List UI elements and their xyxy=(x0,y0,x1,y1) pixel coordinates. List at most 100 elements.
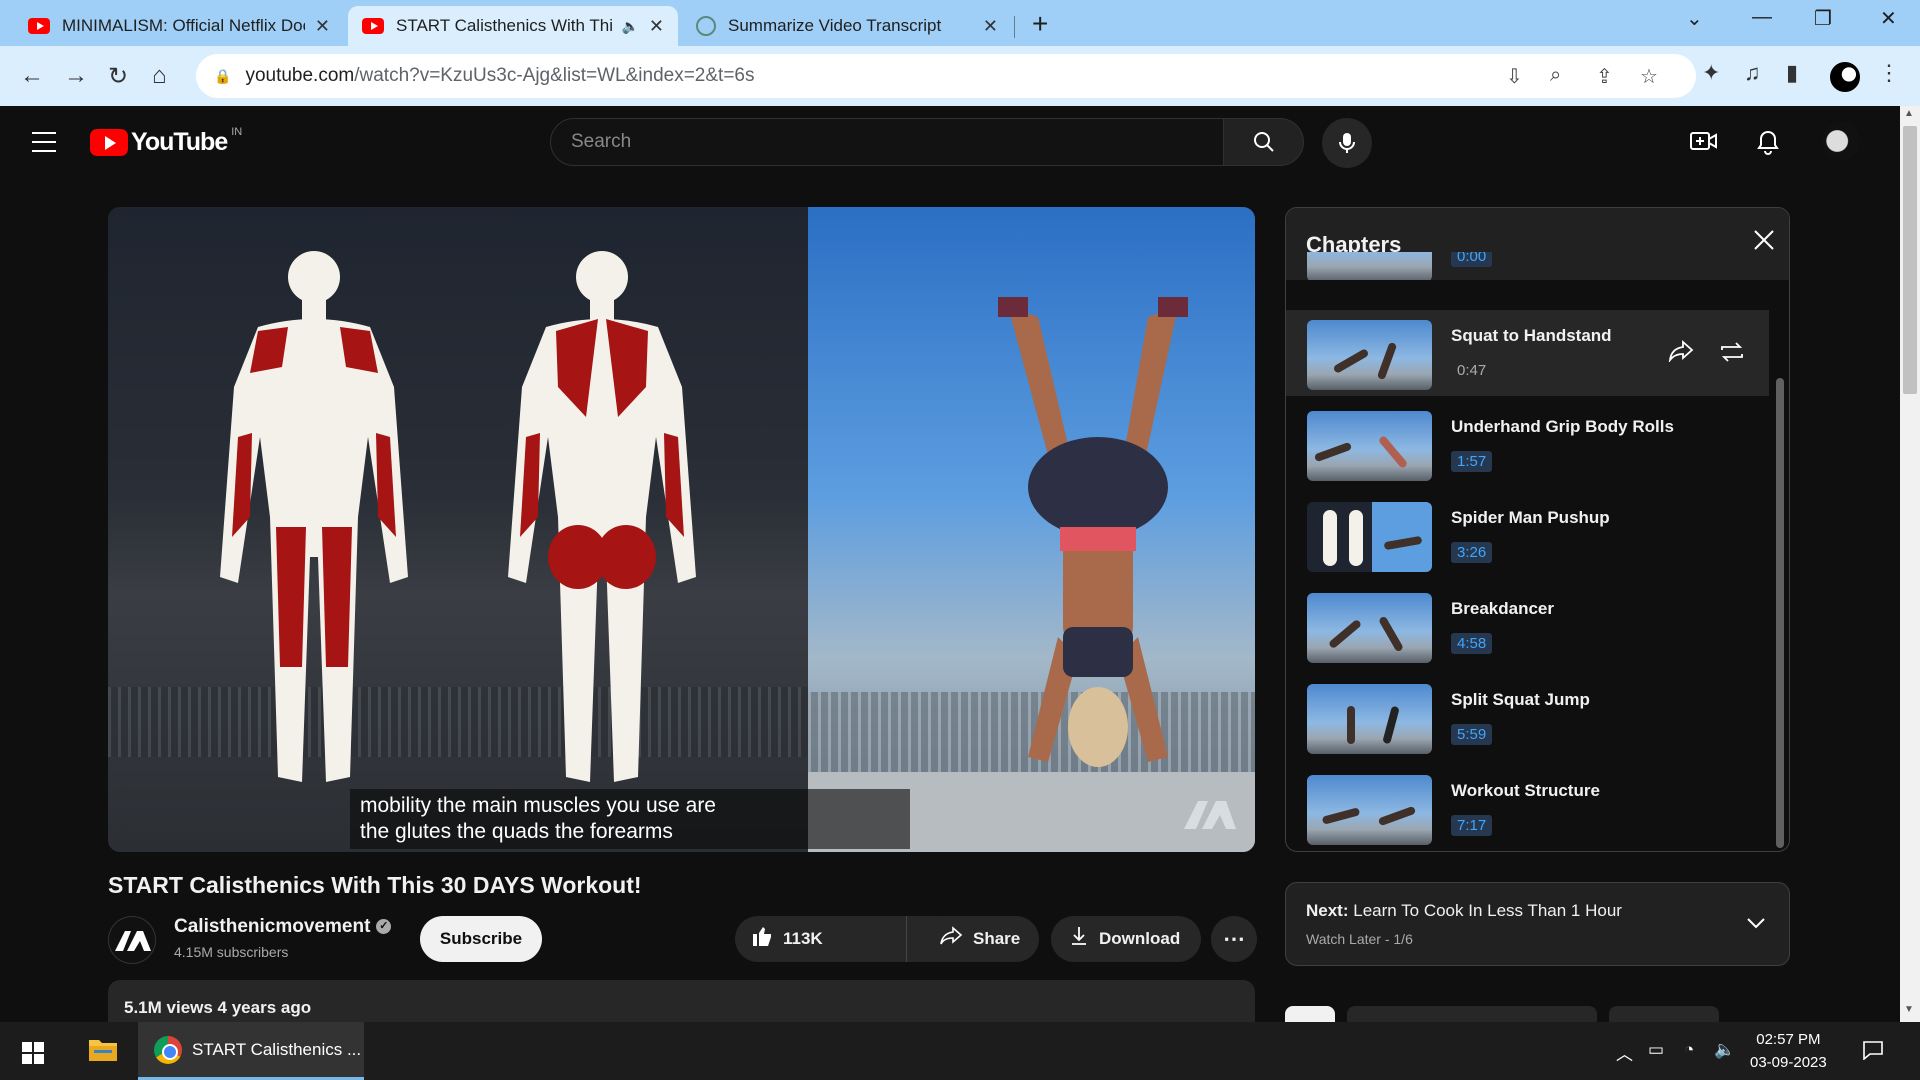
loop-icon[interactable] xyxy=(1718,340,1746,371)
chapters-scrollbar[interactable] xyxy=(1776,378,1784,848)
filter-chip[interactable] xyxy=(1609,1006,1719,1022)
new-tab-button[interactable]: + xyxy=(1032,8,1048,40)
reload-icon[interactable]: ↻ xyxy=(108,62,128,91)
chapter-item-active[interactable]: Squat to Handstand 0:47 xyxy=(1286,310,1769,396)
subscribe-button[interactable]: Subscribe xyxy=(420,916,542,962)
browser-tab-strip: MINIMALISM: Official Netflix Documentary… xyxy=(0,0,1920,46)
close-icon[interactable]: ✕ xyxy=(315,16,330,37)
create-video-icon[interactable] xyxy=(1690,130,1718,159)
chapter-time: 0:00 xyxy=(1451,252,1493,267)
chapter-item[interactable]: Workout Structure 7:17 xyxy=(1286,765,1769,851)
forward-icon[interactable]: → xyxy=(64,62,88,90)
close-icon[interactable]: ✕ xyxy=(649,16,664,37)
share-arrow-icon[interactable] xyxy=(1668,339,1694,369)
chatgpt-icon xyxy=(696,16,716,36)
muscle-diagram-illustration xyxy=(220,251,696,782)
home-icon[interactable]: ⌂ xyxy=(152,62,167,90)
description-box[interactable]: 5.1M views 4 years ago xyxy=(108,980,1255,1022)
media-controls-icon[interactable]: ♫ xyxy=(1744,60,1761,86)
chevron-down-icon[interactable] xyxy=(1746,909,1766,935)
chapter-time: 5:59 xyxy=(1451,724,1493,745)
zoom-icon[interactable]: ⌕ xyxy=(1550,64,1561,87)
scrollbar-thumb[interactable] xyxy=(1903,126,1917,394)
browser-menu-icon[interactable]: ⋮ xyxy=(1878,60,1900,86)
tab-summarize-transcript[interactable]: Summarize Video Transcript ✕ xyxy=(682,6,1012,46)
next-prefix: Next: xyxy=(1306,901,1349,920)
channel-avatar[interactable] xyxy=(108,916,156,964)
share-label: Share xyxy=(973,929,1021,948)
related-filter-chips xyxy=(1285,1006,1719,1022)
file-explorer-icon[interactable] xyxy=(88,1036,118,1069)
chapter-thumbnail xyxy=(1307,252,1432,280)
address-bar[interactable]: 🔒 youtube.com/watch?v=KzuUs3c-Ajg&list=W… xyxy=(196,54,1696,98)
chapter-name: Squat to Handstand xyxy=(1451,326,1612,345)
next-video-title: Learn To Cook In Less Than 1 Hour xyxy=(1353,901,1622,920)
speaker-icon[interactable]: 🔈 xyxy=(621,18,638,35)
menu-icon[interactable] xyxy=(32,132,56,159)
like-button[interactable]: 113K xyxy=(735,916,907,962)
clock-time: 02:57 PM xyxy=(1756,1031,1821,1048)
share-button[interactable]: Share xyxy=(923,916,1039,962)
youtube-icon xyxy=(28,18,50,34)
search-button[interactable] xyxy=(1224,118,1304,166)
back-icon[interactable]: ← xyxy=(20,62,44,90)
close-icon[interactable]: ✕ xyxy=(983,16,998,37)
filter-chip[interactable] xyxy=(1347,1006,1597,1022)
bookmark-star-icon[interactable]: ☆ xyxy=(1640,64,1658,89)
athlete-handstand-illustration xyxy=(998,297,1188,767)
like-count: 113K xyxy=(783,929,823,948)
page-scrollbar[interactable]: ▲ ▼ xyxy=(1900,106,1920,1022)
restore-button[interactable]: ❐ xyxy=(1814,6,1832,31)
taskbar-window-title: START Calisthenics ... xyxy=(192,1039,362,1059)
youtube-play-icon xyxy=(90,129,128,156)
notifications-icon[interactable] xyxy=(1862,1040,1884,1065)
tab-minimalism[interactable]: MINIMALISM: Official Netflix Documentary… xyxy=(14,6,344,46)
youtube-logo[interactable]: YouTube IN xyxy=(90,125,243,157)
tray-overflow-chevron-icon[interactable]: ︿ xyxy=(1616,1040,1633,1065)
share-page-icon[interactable]: ⇪ xyxy=(1596,64,1613,89)
chapter-item[interactable]: Split Squat Jump 5:59 xyxy=(1286,674,1769,760)
install-app-icon[interactable]: ⇩ xyxy=(1506,64,1523,89)
scroll-up-arrow[interactable]: ▲ xyxy=(1904,108,1914,119)
search-input[interactable]: Search xyxy=(550,118,1224,166)
notifications-bell-icon[interactable] xyxy=(1756,130,1780,163)
volume-icon[interactable]: 🔈 xyxy=(1714,1040,1735,1060)
tab-search-icon[interactable]: ⌄ xyxy=(1686,6,1703,31)
scroll-down-arrow[interactable]: ▼ xyxy=(1904,1004,1914,1015)
playlist-position: Watch Later - 1/6 xyxy=(1306,931,1413,947)
side-panel-icon[interactable]: ▮ xyxy=(1786,60,1798,86)
video-player[interactable]: mobility the main muscles you use are th… xyxy=(108,207,1255,852)
download-label: Download xyxy=(1099,929,1181,948)
channel-name-wrapper[interactable]: Calisthenicmovement ✓ xyxy=(174,916,392,938)
taskbar-chrome-window[interactable]: START Calisthenics ... xyxy=(138,1022,364,1080)
chapter-item-partial[interactable]: 0:00 xyxy=(1286,252,1769,280)
chapter-item[interactable]: Underhand Grip Body Rolls 1:57 xyxy=(1286,401,1769,487)
chapters-panel: Chapters 0:00 Squat to Handstand 0:47 Un… xyxy=(1285,207,1790,852)
more-actions-button[interactable]: ⋯ xyxy=(1211,916,1257,962)
system-clock[interactable]: 02:57 PM 03-09-2023 xyxy=(1750,1028,1827,1074)
next-video-label: Next: Learn To Cook In Less Than 1 Hour xyxy=(1306,901,1622,921)
account-avatar[interactable] xyxy=(1822,122,1860,160)
close-window-button[interactable]: ✕ xyxy=(1880,6,1897,31)
minimize-button[interactable]: — xyxy=(1752,6,1772,29)
download-button[interactable]: Download xyxy=(1051,916,1201,962)
chapter-item[interactable]: Spider Man Pushup 3:26 xyxy=(1286,492,1769,578)
filter-chip[interactable] xyxy=(1285,1006,1335,1022)
chapter-thumbnail xyxy=(1307,502,1432,572)
voice-search-button[interactable] xyxy=(1322,118,1372,168)
search-icon xyxy=(1253,132,1274,152)
url-path: /watch?v=KzuUs3c-Ajg&list=WL&index=2&t=6… xyxy=(354,65,755,86)
lock-icon[interactable]: 🔒 xyxy=(214,68,231,85)
chapter-time: 4:58 xyxy=(1451,633,1493,654)
tab-start-calisthenics[interactable]: START Calisthenics With This 30 DAYS Wor… xyxy=(348,6,678,46)
windows-start-icon[interactable] xyxy=(22,1042,44,1064)
extensions-icon[interactable]: ✦ xyxy=(1702,60,1720,86)
battery-icon[interactable]: ▭ xyxy=(1648,1040,1664,1060)
channel-name[interactable]: Calisthenicmovement xyxy=(174,916,370,937)
network-icon[interactable]: ◔ xyxy=(1684,1040,1694,1060)
chapter-item[interactable]: Breakdancer 4:58 xyxy=(1286,583,1769,669)
chapter-thumbnail xyxy=(1307,684,1432,754)
browser-profile-avatar[interactable] xyxy=(1830,62,1860,92)
region-code: IN xyxy=(231,125,243,138)
playlist-next-panel[interactable]: Next: Learn To Cook In Less Than 1 Hour … xyxy=(1285,882,1790,966)
